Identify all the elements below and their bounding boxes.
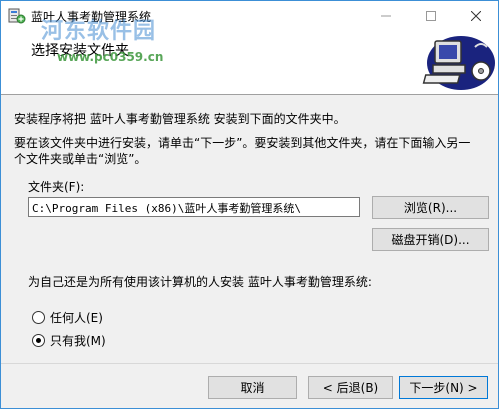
- radio-button-selected[interactable]: [32, 333, 45, 347]
- folder-path-input[interactable]: C:\Program Files (x86)\蓝叶人事考勤管理系统\: [28, 197, 360, 217]
- maximize-icon: [425, 10, 436, 21]
- instruction-text-line1: 要在该文件夹中进行安装，请单击“下一步”。要安装到其他文件夹，请在下面输入另一: [14, 136, 471, 150]
- computer-install-illustration: [422, 36, 495, 90]
- close-button[interactable]: [453, 1, 498, 30]
- watermark-site-name: 河东软件园: [41, 19, 157, 44]
- installer-window: 蓝叶人事考勤管理系统 选择安装文件夹 河东软件园 www.pc0359.cn 安…: [0, 0, 499, 409]
- minimize-icon: [380, 15, 391, 16]
- maximize-button[interactable]: [408, 1, 453, 30]
- radio-selected-dot: [36, 337, 41, 343]
- back-button[interactable]: < 后退(B): [308, 376, 393, 399]
- next-button[interactable]: 下一步(N) >: [399, 376, 488, 399]
- instruction-text-line2: 个文件夹或单击“浏览”。: [14, 152, 147, 166]
- radio-label-everyone: 任何人(E): [50, 310, 103, 325]
- cancel-button[interactable]: 取消: [208, 376, 297, 399]
- radio-everyone[interactable]: 任何人(E): [32, 308, 182, 326]
- installer-app-icon: [8, 8, 26, 24]
- disk-cost-button[interactable]: 磁盘开销(D)...: [372, 228, 489, 251]
- intro-text: 安装程序将把 蓝叶人事考勤管理系统 安装到下面的文件夹中。: [14, 112, 346, 126]
- radio-just-me[interactable]: 只有我(M): [32, 331, 182, 349]
- browse-button[interactable]: 浏览(R)...: [372, 196, 489, 219]
- install-for-question: 为自己还是为所有使用该计算机的人安装 蓝叶人事考勤管理系统:: [28, 275, 372, 289]
- radio-label-just-me: 只有我(M): [50, 333, 106, 348]
- folder-label: 文件夹(F):: [28, 180, 85, 194]
- minimize-button[interactable]: [363, 1, 408, 30]
- footer-divider: [1, 363, 498, 364]
- radio-button-unselected[interactable]: [32, 310, 45, 324]
- watermark-url: www.pc0359.cn: [57, 50, 164, 64]
- close-icon: [470, 10, 481, 21]
